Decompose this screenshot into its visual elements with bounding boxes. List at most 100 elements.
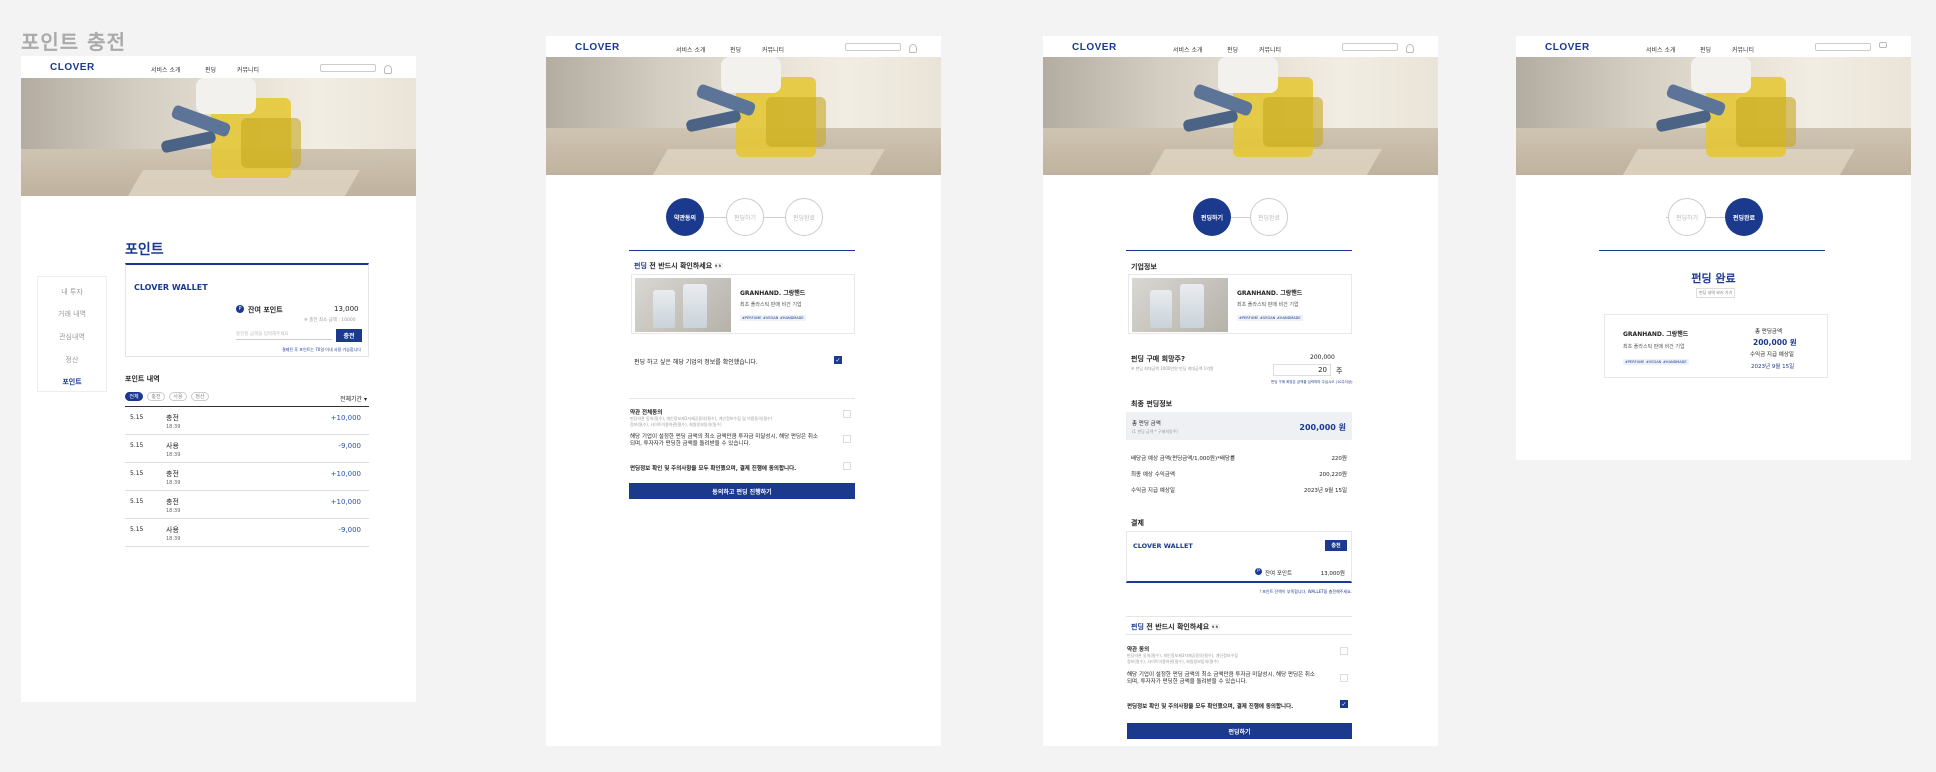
tag-handmade: #HANDMADE	[1661, 359, 1689, 365]
row-time: 18:39	[166, 424, 181, 430]
step-funding: 펀딩하기	[726, 198, 764, 236]
row-time: 18:39	[166, 480, 181, 486]
nav-link-funding[interactable]: 펀딩	[205, 65, 216, 74]
notice-title: 펀딩 전 반드시 확인하세요 👀	[1131, 622, 1220, 632]
nav-link-funding[interactable]: 펀딩	[1227, 45, 1238, 54]
nav-link-about[interactable]: 서비스 소개	[1173, 45, 1203, 54]
company-name: GRANHAND. 그랑핸드	[740, 290, 806, 297]
section-divider	[1126, 250, 1352, 251]
user-icon[interactable]	[384, 65, 392, 74]
row-amount: +10,000	[330, 470, 361, 478]
mypage-sidebar: 내 투자 거래 내역 관심내역 정산 포인트	[37, 276, 107, 392]
section-divider	[1599, 250, 1825, 251]
user-icon[interactable]	[1406, 44, 1414, 53]
company-desc: 최초 플라스틱 판매 비건 기업	[1237, 302, 1299, 308]
line-profit-label: 최종 예상 수익금액	[1131, 472, 1175, 478]
filter-all[interactable]: 전체	[125, 392, 143, 401]
notice-title-rest: 전 반드시 확인하세요 👀	[646, 262, 724, 270]
terms-item-2-checkbox[interactable]	[843, 435, 851, 443]
nav-link-community[interactable]: 커뮤니티	[762, 45, 784, 54]
terms-all-checkbox[interactable]	[843, 410, 851, 418]
done-link[interactable]: 펀딩 내역 보러 가기	[1696, 288, 1736, 298]
notice-title-em: 펀딩	[634, 262, 647, 270]
charge-button[interactable]: 충전	[1325, 540, 1347, 551]
section-heading: 포인트	[125, 242, 164, 258]
company-card: GRANHAND. 그랑핸드 최초 플라스틱 판매 비건 기업 #PERFUME…	[1128, 274, 1352, 334]
search-input[interactable]	[320, 64, 376, 72]
logo[interactable]: CLOVER	[575, 42, 620, 53]
logo[interactable]: CLOVER	[50, 62, 95, 73]
table-row: 5.15 충전 18:39 +10,000	[125, 463, 369, 491]
step-funding: 펀딩하기	[1193, 198, 1231, 236]
filter-use[interactable]: 사용	[169, 392, 187, 401]
sidebar-item-transactions[interactable]: 거래 내역	[38, 309, 106, 319]
qty-price: 200,000	[1310, 354, 1335, 361]
board-funding-complete: CLOVER 서비스 소개 펀딩 커뮤니티 펀딩하기 펀딩완료 펀딩 완료 펀딩…	[1516, 36, 1911, 460]
product-image	[1132, 278, 1228, 332]
charge-button[interactable]: 충전	[336, 329, 362, 342]
terms-checkbox[interactable]	[1340, 647, 1348, 655]
user-icon[interactable]	[909, 44, 917, 53]
total-value: 200,000 원	[1299, 423, 1346, 432]
hero-image	[21, 78, 416, 196]
terms-desc-2: 정보(필수), 사이트이용약관(필수), 회원정보동의(필수)	[630, 422, 722, 427]
row-type: 충전	[166, 414, 179, 422]
nav-link-funding[interactable]: 펀딩	[730, 45, 741, 54]
terms-all-title: 약관 전체동의	[630, 410, 663, 416]
sidebar-item-settlement[interactable]: 정산	[38, 355, 106, 365]
company-name: GRANHAND. 그랑핸드	[1623, 331, 1689, 338]
divider	[629, 398, 855, 399]
sidebar-item-favorites[interactable]: 관심내역	[38, 332, 106, 342]
nav-link-community[interactable]: 커뮤니티	[237, 65, 259, 74]
nav-link-community[interactable]: 커뮤니티	[1732, 45, 1754, 54]
nav-link-funding[interactable]: 펀딩	[1700, 45, 1711, 54]
nav-link-community[interactable]: 커뮤니티	[1259, 45, 1281, 54]
row-type: 사용	[166, 526, 179, 534]
balance-label: 잔여 포인트	[1265, 571, 1293, 577]
row-amount: +10,000	[330, 498, 361, 506]
search-input[interactable]	[845, 43, 901, 51]
line-dividend-value: 220원	[1331, 456, 1347, 462]
period-dropdown[interactable]: 전체기간 ▾	[340, 394, 367, 403]
top-nav: CLOVER 서비스 소개 펀딩 커뮤니티	[21, 56, 416, 80]
tag-perfume: #PERFUME	[1237, 315, 1261, 321]
funding-submit-button[interactable]: 펀딩하기	[1127, 723, 1352, 739]
filter-settle[interactable]: 정산	[191, 392, 209, 401]
terms-item-3-checkbox[interactable]: ✓	[1340, 700, 1348, 708]
terms-item-2-checkbox[interactable]	[1340, 674, 1348, 682]
charge-input[interactable]: 충전할 금액을 입력해주세요	[236, 330, 332, 340]
user-icon[interactable]	[1879, 42, 1887, 48]
charge-note: 결제된 후 포인트는 70일 이내 사용 가능합니다	[282, 347, 361, 352]
nav-link-about[interactable]: 서비스 소개	[676, 45, 706, 54]
row-time: 18:39	[166, 508, 181, 514]
row-date: 5.15	[130, 442, 144, 449]
table-row: 5.15 충전 18:39 +10,000	[125, 491, 369, 519]
terms-item-3-checkbox[interactable]	[843, 462, 851, 470]
history-list: 5.15 충전 18:39 +10,000 5.15 사용 18:39 -9,0…	[125, 407, 369, 549]
row-amount: +10,000	[330, 414, 361, 422]
company-desc: 최초 플라스틱 판매 비건 기업	[740, 302, 802, 308]
search-input[interactable]	[1342, 43, 1398, 51]
final-info-title: 최종 펀딩정보	[1131, 400, 1173, 408]
qty-input[interactable]: 20	[1273, 364, 1331, 376]
terms-item-2: 해당 기업이 설정한 펀딩 금액의 최소 금액만큼 투자금 미달성시, 해당 펀…	[1127, 672, 1315, 685]
filter-charge[interactable]: 충전	[147, 392, 165, 401]
nav-link-about[interactable]: 서비스 소개	[151, 65, 181, 74]
board-funding: CLOVER 서비스 소개 펀딩 커뮤니티 펀딩하기 펀딩완료 기업정보 GRA…	[1043, 36, 1438, 746]
nav-link-about[interactable]: 서비스 소개	[1646, 45, 1676, 54]
done-title: 펀딩 완료	[1691, 272, 1736, 285]
total-box: 총 펀딩 금액 (1 펀딩 금액 * 구매희망주) 200,000 원	[1126, 412, 1352, 440]
row-time: 18:39	[166, 536, 181, 542]
wallet-title: CLOVER WALLET	[134, 283, 208, 292]
sidebar-item-investments[interactable]: 내 투자	[38, 287, 106, 297]
divider	[1126, 616, 1352, 617]
logo[interactable]: CLOVER	[1072, 42, 1117, 53]
sidebar-item-points[interactable]: 포인트	[38, 377, 106, 387]
logo[interactable]: CLOVER	[1545, 42, 1590, 53]
row-date: 5.15	[130, 498, 144, 505]
search-input[interactable]	[1815, 43, 1871, 51]
pay-date-label: 수익금 지급 예상일	[1750, 352, 1794, 358]
agree-submit-button[interactable]: 동의하고 펀딩 진행하기	[629, 483, 855, 499]
board-terms-agreement: CLOVER 서비스 소개 펀딩 커뮤니티 약관동의 펀딩하기 펀딩완료 펀딩 …	[546, 36, 941, 746]
confirm-checkbox[interactable]: ✓	[834, 356, 842, 364]
